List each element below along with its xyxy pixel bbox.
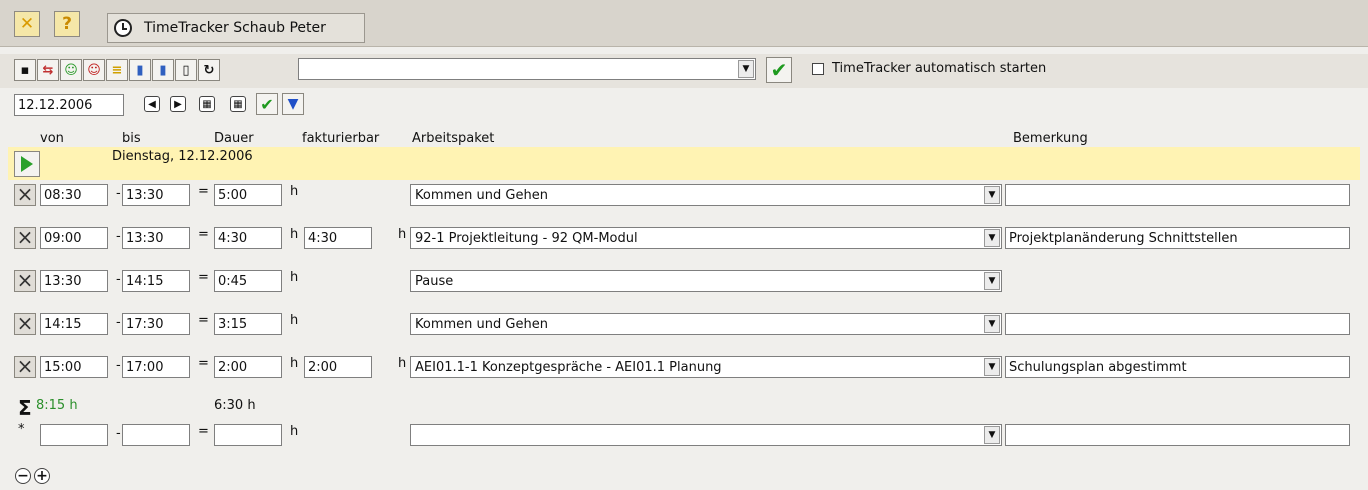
chevron-down-icon[interactable]: ▼ [984,358,1000,376]
total-hours: 8:15 h [36,398,78,413]
chevron-down-icon[interactable]: ▼ [738,60,754,78]
chart-icon[interactable]: ▮ [129,59,151,81]
app-title: TimeTracker Schaub Peter [144,20,326,36]
go-arrow-icon[interactable] [14,151,40,177]
dauer-field[interactable]: 3:15 [214,313,282,335]
new-bemerkung-field[interactable] [1005,424,1350,446]
col-bis: bis [122,131,141,146]
filter-icon[interactable]: ▼ [282,93,304,115]
von-field[interactable]: 08:30 [40,184,108,206]
chart2-icon[interactable]: ▮ [152,59,174,81]
col-von: von [40,131,64,146]
dauer-field[interactable]: 2:00 [214,356,282,378]
bemerkung-field[interactable]: Projektplanänderung Schnittstellen [1005,227,1350,249]
col-bemerkung: Bemerkung [1013,131,1088,146]
von-field[interactable]: 13:30 [40,270,108,292]
calendar2-icon[interactable]: ▦ [230,96,246,112]
confirm-check-icon[interactable]: ✔ [766,57,792,83]
von-field[interactable]: 09:00 [40,227,108,249]
dauer-field[interactable]: 5:00 [214,184,282,206]
delete-icon[interactable]: × [14,270,36,292]
col-fakturierbar: fakturierbar [302,131,380,146]
autostart-checkbox[interactable] [812,63,824,75]
list-icon[interactable]: ≡ [106,59,128,81]
project-combo[interactable]: ▼ [298,58,756,80]
chevron-down-icon[interactable]: ▼ [984,186,1000,204]
autostart-label: TimeTracker automatisch starten [832,61,1047,76]
calendar-icon[interactable]: ▦ [199,96,215,112]
apply-check-icon[interactable]: ✔ [256,93,278,115]
sum-icon: Σ [18,396,32,420]
bis-field[interactable]: 17:30 [122,313,190,335]
chevron-down-icon[interactable]: ▼ [984,272,1000,290]
plus-icon[interactable]: + [34,468,50,484]
von-field[interactable]: 15:00 [40,356,108,378]
fakturierbar-field[interactable]: 4:30 [304,227,372,249]
arbeitspaket-select[interactable]: Kommen und Gehen ▼ [410,184,1002,206]
fakturierbar-field[interactable]: 2:00 [304,356,372,378]
new-arbeitspaket-select[interactable]: ▼ [410,424,1002,446]
delete-icon[interactable]: × [14,313,36,335]
walk-in-icon[interactable]: ⇆ [37,59,59,81]
prev-day-icon[interactable]: ◀ [144,96,160,112]
delete-icon[interactable]: × [14,356,36,378]
von-field[interactable]: 14:15 [40,313,108,335]
bemerkung-field[interactable] [1005,184,1350,206]
title-bar: ✕ ? TimeTracker Schaub Peter [0,0,1368,47]
bis-field[interactable]: 14:15 [122,270,190,292]
arbeitspaket-select[interactable]: Pause ▼ [410,270,1002,292]
person-stop-icon[interactable]: ☺ [83,59,105,81]
new-bis-field[interactable] [122,424,190,446]
bis-field[interactable]: 13:30 [122,227,190,249]
close-icon[interactable]: ✕ [14,11,40,37]
help-icon[interactable]: ? [54,11,80,37]
delete-icon[interactable]: × [14,184,36,206]
date-field[interactable]: 12.12.2006 [14,94,124,116]
clock-icon [114,19,132,37]
document-icon[interactable]: ▯ [175,59,197,81]
next-day-icon[interactable]: ▶ [170,96,186,112]
col-dauer: Dauer [214,131,254,146]
bemerkung-field[interactable]: Schulungsplan abgestimmt [1005,356,1350,378]
arbeitspaket-select[interactable]: 92-1 Projektleitung - 92 QM-Modul ▼ [410,227,1002,249]
dauer-field[interactable]: 0:45 [214,270,282,292]
person-start-icon[interactable]: ☺ [60,59,82,81]
billable-hours: 6:30 h [214,398,256,413]
dauer-field[interactable]: 4:30 [214,227,282,249]
timetracker-button[interactable]: TimeTracker Schaub Peter [107,13,365,43]
delete-icon[interactable]: × [14,227,36,249]
col-arbeitspaket: Arbeitspaket [412,131,495,146]
minus-icon[interactable]: − [15,468,31,484]
chevron-down-icon[interactable]: ▼ [984,315,1000,333]
arbeitspaket-select[interactable]: Kommen und Gehen ▼ [410,313,1002,335]
arbeitspaket-select[interactable]: AEI01.1-1 Konzeptgespräche - AEI01.1 Pla… [410,356,1002,378]
refresh-icon[interactable]: ↻ [198,59,220,81]
main-toolbar: ▪ ⇆ ☺ ☺ ≡ ▮ ▮ ▯ ↻ ▼ ✔ TimeTracker automa… [0,54,1368,88]
day-label: Dienstag, 12.12.2006 [112,149,253,164]
new-dauer-field[interactable] [214,424,282,446]
bis-field[interactable]: 17:00 [122,356,190,378]
save-icon[interactable]: ▪ [14,59,36,81]
bemerkung-field[interactable] [1005,313,1350,335]
bis-field[interactable]: 13:30 [122,184,190,206]
chevron-down-icon[interactable]: ▼ [984,229,1000,247]
chevron-down-icon[interactable]: ▼ [984,426,1000,444]
new-von-field[interactable] [40,424,108,446]
